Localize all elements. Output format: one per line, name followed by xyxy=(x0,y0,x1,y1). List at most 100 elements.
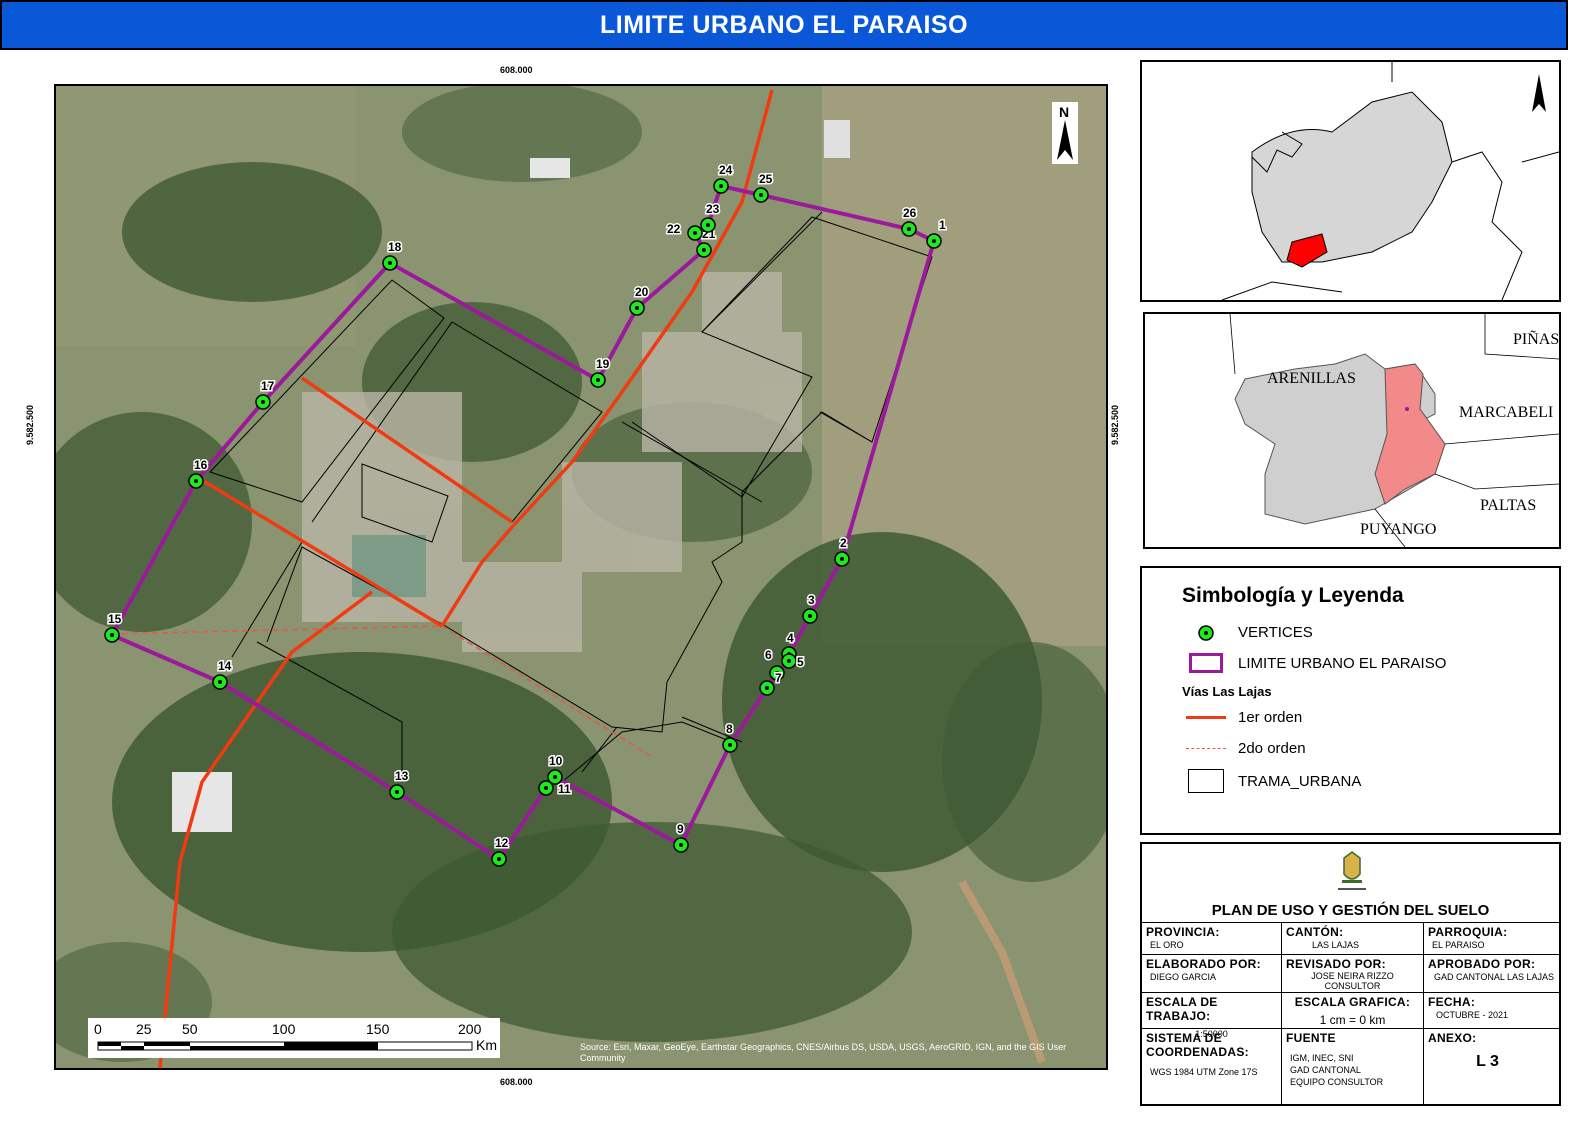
north-label: N xyxy=(1059,104,1069,120)
legend-vertices: VERTICES xyxy=(1186,624,1313,641)
cell-anexo: ANEXO: L 3 xyxy=(1424,1029,1559,1104)
vertex-label-26: 26 xyxy=(903,206,917,220)
anexo-value: L 3 xyxy=(1476,1053,1499,1070)
aprobado-label: APROBADO POR: xyxy=(1428,957,1536,971)
legend-road1: 1er orden xyxy=(1186,709,1302,726)
parroquia-label: PARROQUIA: xyxy=(1428,925,1508,939)
coord-x-top: 608.000 xyxy=(500,65,533,75)
label-arenillas: ARENILLAS xyxy=(1267,370,1356,387)
vertex-label-18: 18 xyxy=(388,240,402,254)
cell-elaborado: ELABORADO POR: DIEGO GARCIA xyxy=(1142,955,1282,993)
vertex-label-22: 22 xyxy=(667,222,681,236)
el-paraiso-point xyxy=(1405,407,1409,411)
cell-fecha: FECHA: OCTUBRE - 2021 xyxy=(1424,993,1559,1029)
cell-escala-trabajo: ESCALA DE TRABAJO: 1:50000 xyxy=(1142,993,1282,1039)
cell-canton: CANTÓN: LAS LAJAS xyxy=(1282,923,1424,955)
attribution-text: Source: Esri, Maxar, GeoEye, Earthstar G… xyxy=(580,1042,1067,1063)
title-bar: LIMITE URBANO EL PARAISO xyxy=(0,0,1568,50)
vertex-label-1: 1 xyxy=(939,218,946,232)
escala-trabajo-label: ESCALA DE TRABAJO: xyxy=(1146,995,1218,1023)
vertex-label-5: 5 xyxy=(797,655,804,669)
scale-tick-50: 50 xyxy=(182,1021,198,1037)
scale-tick-25: 25 xyxy=(136,1021,152,1037)
coord-y-left: 9.582.500 xyxy=(25,404,36,446)
legend-panel: Simbología y Leyenda VERTICES LIMITE URB… xyxy=(1140,566,1561,835)
vertex-label-14: 14 xyxy=(218,659,232,673)
vertex-label-23: 23 xyxy=(706,202,720,216)
vertex-label-2: 2 xyxy=(840,536,847,550)
escala-grafica-value: 1 cm = 0 km xyxy=(1319,1013,1386,1027)
sistema-value: WGS 1984 UTM Zone 17S xyxy=(1150,1067,1258,1077)
legend-title: Simbología y Leyenda xyxy=(1182,584,1404,607)
cell-aprobado: APROBADO POR: GAD CANTONAL LAS LAJAS xyxy=(1424,955,1559,993)
fuente-label: FUENTE xyxy=(1286,1031,1336,1045)
elaborado-value: DIEGO GARCIA xyxy=(1150,972,1217,982)
escala-grafica-label: ESCALA GRAFICA: xyxy=(1294,995,1411,1009)
vertex-label-17: 17 xyxy=(261,379,275,393)
vertex-label-16: 16 xyxy=(194,458,208,472)
boundary-east xyxy=(1451,151,1523,300)
vertex-label-11: 11 xyxy=(558,782,571,796)
vertex-5: 5 xyxy=(781,653,806,671)
anexo-label: ANEXO: xyxy=(1428,1031,1477,1045)
provincia-value: EL ORO xyxy=(1150,940,1184,950)
coord-x-bottom: 608.000 xyxy=(500,1077,533,1087)
fuente-value-2: GAD CANTONAL xyxy=(1290,1065,1361,1075)
map-canvas[interactable]: 1234567891011121314151617181920212223242… xyxy=(56,86,1106,1068)
fecha-value: OCTUBRE - 2021 xyxy=(1436,1010,1509,1020)
elaborado-label: ELABORADO POR: xyxy=(1146,957,1261,971)
sistema-label: SISTEMA DE COORDENADAS: xyxy=(1146,1031,1249,1059)
legend-limit: LIMITE URBANO EL PARAISO xyxy=(1186,653,1446,673)
vertex-label-4: 4 xyxy=(787,631,794,645)
label-puyango: PUYANGO xyxy=(1360,521,1436,538)
label-paltas: PALTAS xyxy=(1480,497,1536,514)
plan-title: PLAN DE USO Y GESTIÓN DEL SUELO xyxy=(1211,902,1490,919)
scale-unit: Km xyxy=(476,1037,497,1053)
vertex-label-13: 13 xyxy=(395,769,409,783)
cell-revisado: REVISADO POR: JOSE NEIRA RIZZO CONSULTOR xyxy=(1282,955,1424,993)
vertex-symbol-icon xyxy=(1198,624,1214,641)
legend-limit-label: LIMITE URBANO EL PARAISO xyxy=(1238,654,1447,672)
legend-road2-label: 2do orden xyxy=(1238,740,1306,757)
vertex-label-19: 19 xyxy=(596,357,610,371)
road2-symbol-icon xyxy=(1186,748,1226,749)
scale-tick-0: 0 xyxy=(94,1021,102,1037)
coord-y-right: 9.582.500 xyxy=(1110,404,1121,446)
scale-tick-200: 200 xyxy=(458,1021,482,1037)
legend-grid: TRAMA_URBANA xyxy=(1186,769,1361,793)
cell-parroquia: PARROQUIA: EL PARAISO xyxy=(1424,923,1559,955)
vertex-label-9: 9 xyxy=(677,822,684,836)
locator-north-arrow-icon xyxy=(1532,74,1546,112)
aprobado-value: GAD CANTONAL LAS LAJAS xyxy=(1434,972,1555,982)
revisado-value-2: CONSULTOR xyxy=(1324,981,1381,991)
scale-tick-150: 150 xyxy=(366,1021,390,1037)
north-arrow-icon: N xyxy=(1052,102,1078,164)
vertex-label-6: 6 xyxy=(765,648,772,662)
gad-logo-icon xyxy=(1338,851,1366,890)
cell-escala-grafica: ESCALA GRAFICA: 1 cm = 0 km xyxy=(1282,993,1424,1029)
scale-bar: 0 25 50 100 150 200 Km xyxy=(88,1018,500,1058)
building-n xyxy=(824,120,850,158)
title-block: PLAN DE USO Y GESTIÓN DEL SUELO PROVINCI… xyxy=(1140,842,1561,1106)
locator-map-canton[interactable]: ARENILLAS PIÑAS MARCABELI PALTAS PUYANGO xyxy=(1143,312,1561,549)
label-pinas: PIÑAS xyxy=(1513,330,1559,348)
canton-value: LAS LAJAS xyxy=(1312,940,1360,950)
locator-map-province[interactable] xyxy=(1140,60,1561,302)
scale-tick-100: 100 xyxy=(272,1021,296,1037)
vertex-label-10: 10 xyxy=(549,754,563,768)
label-marcabeli: MARCABELI xyxy=(1459,404,1553,421)
building-nn xyxy=(530,158,570,178)
vertex-label-12: 12 xyxy=(495,836,509,850)
legend-road1-label: 1er orden xyxy=(1238,709,1303,726)
provincia-label: PROVINCIA: xyxy=(1146,925,1220,939)
main-map[interactable]: 1 2 3 4 5 6 7 8 9 10 11 12 13 14 15 16 17 18 19 20 21 22 23 24 2… xyxy=(54,84,1108,1070)
fuente-value-3: EQUIPO CONSULTOR xyxy=(1290,1077,1384,1087)
fuente-value-1: IGM, INEC, SNI xyxy=(1290,1053,1354,1063)
revisado-value-1: JOSE NEIRA RIZZO xyxy=(1311,971,1394,981)
vertex-label-8: 8 xyxy=(726,722,733,736)
canton-label: CANTÓN: xyxy=(1286,925,1344,939)
cell-fuente: FUENTE IGM, INEC, SNI GAD CANTONAL EQUIP… xyxy=(1282,1029,1424,1104)
cell-sistema: SISTEMA DE COORDENADAS: WGS 1984 UTM Zon… xyxy=(1142,1029,1282,1104)
parroquia-value: EL PARAISO xyxy=(1432,940,1485,950)
province-shape xyxy=(1251,91,1453,263)
